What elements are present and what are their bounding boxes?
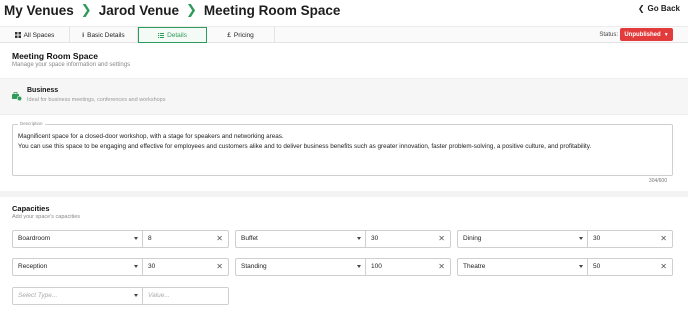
page-subtitle: Manage your space information and settin… [12,62,131,68]
capacity-type: Standing [241,263,267,270]
capacity-type-select[interactable]: Buffet [236,231,366,247]
capacity-type-select[interactable]: Standing [236,259,366,275]
capacity-type-select[interactable]: Reception [13,259,143,275]
chevron-right-icon: ❯ [185,2,197,17]
category-description: Ideal for business meetings, conferences… [27,97,166,103]
chevron-right-icon: ❯ [80,2,92,17]
capacities-subtitle: Add your space's capacities [12,214,81,220]
status-value: Unpublished [624,31,661,38]
page-title: Meeting Room Space [12,51,98,61]
new-capacity-type-select[interactable]: Select Type... [13,288,143,304]
capacity-value: 50 [593,263,601,270]
capacity-value-input[interactable]: 100 [367,259,429,275]
new-capacity-value-input[interactable]: Value... [144,288,228,304]
capacity-row: Boardroom 8 ✕ [12,230,229,248]
tab-label: All Spaces [23,31,55,39]
value-placeholder: Value... [148,292,170,299]
breadcrumb-my-venues[interactable]: My Venues [4,3,74,18]
capacity-type: Boardroom [18,235,51,242]
tab-label: Details [167,31,187,39]
caret-down-icon: ▼ [663,31,669,38]
go-back-button[interactable]: ❮ Go Back [638,4,680,13]
type-placeholder: Select Type... [18,292,58,299]
capacity-value-input[interactable]: 50 [589,259,651,275]
capacity-type: Theatre [463,263,486,270]
capacity-value: 30 [371,235,379,242]
clear-icon[interactable]: ✕ [216,234,223,243]
tab-all-spaces[interactable]: All Spaces [0,27,70,43]
chevron-left-icon: ❮ [637,4,645,13]
info-icon: i [82,31,85,39]
go-back-label: Go Back [647,4,680,13]
clear-icon[interactable]: ✕ [216,262,223,271]
clear-icon[interactable]: ✕ [438,262,445,271]
capacity-row: Theatre 50 ✕ [457,258,673,276]
tab-pricing[interactable]: £ Pricing [207,27,275,43]
tab-label: Pricing [233,31,254,39]
section-divider [0,191,688,197]
caret-down-icon [579,237,583,240]
character-counter: 304/600 [648,178,667,184]
capacity-value: 30 [593,235,601,242]
tab-bar: All Spaces i Basic Details Details £ Pri… [0,26,688,43]
tab-label: Basic Details [87,31,125,39]
capacity-row: Buffet 30 ✕ [235,230,451,248]
caret-down-icon [134,265,138,268]
caret-down-icon [357,237,361,240]
capacity-value-input[interactable]: 30 [367,231,429,247]
business-icon [12,92,22,101]
capacity-value: 100 [371,263,382,270]
caret-down-icon [134,237,138,240]
capacity-value-input[interactable]: 30 [144,259,206,275]
category-name: Business [27,87,59,94]
capacity-value: 30 [148,263,156,270]
caret-down-icon [357,265,361,268]
top-bar: My Venues ❯ Jarod Venue ❯ Meeting Room S… [0,0,688,22]
capacity-type: Dining [463,235,482,242]
tab-basic-details[interactable]: i Basic Details [70,27,138,43]
category-row: Business Ideal for business meetings, co… [0,78,688,115]
list-icon [158,32,165,38]
capacity-type-select[interactable]: Boardroom [13,231,143,247]
status-label: Status: [599,32,618,38]
description-line: Magnificent space for a closed-door work… [18,133,284,140]
capacity-row: Reception 30 ✕ [12,258,229,276]
new-capacity-row: Select Type... Value... [12,287,229,305]
description-line: You can use this space to be engaging an… [18,143,592,150]
publish-status-dropdown[interactable]: Unpublished ▼ [620,28,673,41]
description-textarea[interactable]: Magnificent space for a closed-door work… [12,124,673,176]
grid-icon [14,32,21,38]
tab-details[interactable]: Details [138,27,207,43]
capacity-value-input[interactable]: 30 [589,231,651,247]
capacities-title: Capacities [12,204,50,213]
capacity-row: Dining 30 ✕ [457,230,673,248]
description-label: Description [18,121,45,126]
breadcrumb: My Venues ❯ Jarod Venue ❯ Meeting Room S… [4,2,340,18]
capacity-type-select[interactable]: Dining [458,231,588,247]
breadcrumb-space: Meeting Room Space [203,2,341,18]
capacity-type-select[interactable]: Theatre [458,259,588,275]
description-text: Magnificent space for a closed-door work… [18,132,668,152]
caret-down-icon [579,265,583,268]
capacity-value-input[interactable]: 8 [144,231,206,247]
capacity-type: Buffet [241,235,258,242]
clear-icon[interactable]: ✕ [438,234,445,243]
breadcrumb-venue[interactable]: Jarod Venue [99,3,179,18]
clear-icon[interactable]: ✕ [660,262,667,271]
clear-icon[interactable]: ✕ [660,234,667,243]
capacity-value: 8 [148,235,152,242]
pound-icon: £ [227,31,231,39]
caret-down-icon [134,294,138,297]
capacity-type: Reception [18,263,48,270]
capacity-row: Standing 100 ✕ [235,258,451,276]
